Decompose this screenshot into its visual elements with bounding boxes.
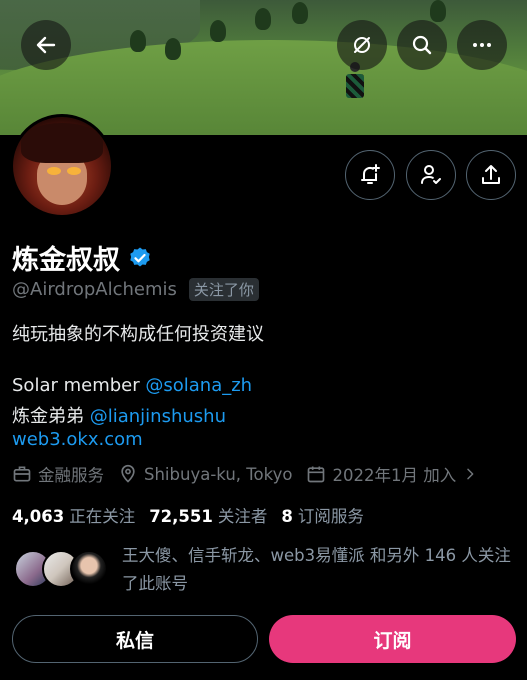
bio-brother-line: 炼金弟弟 @lianjinshushu	[12, 402, 226, 428]
grok-icon	[354, 37, 370, 53]
banner-tree	[165, 38, 181, 60]
bio-brother-prefix: 炼金弟弟	[12, 406, 90, 427]
handle-row: @AirdropAlchemis 关注了你	[12, 278, 259, 301]
subscriptions-label: 订阅服务	[297, 507, 364, 526]
bio-solana-prefix: Solar member	[12, 375, 146, 396]
profile-handle: @AirdropAlchemis	[12, 279, 177, 300]
followers-count: 72,551	[149, 507, 213, 526]
search-icon	[412, 35, 432, 55]
subscribe-button[interactable]: 订阅	[269, 615, 516, 663]
following-label: 正在关注	[69, 507, 136, 526]
followers-label: 关注者	[217, 507, 268, 526]
notify-button[interactable]	[345, 150, 395, 200]
avatar-image	[13, 117, 111, 215]
more-button[interactable]	[457, 20, 507, 70]
category-label: 金融服务	[38, 466, 104, 485]
banner-tree	[255, 8, 271, 30]
calendar-icon	[308, 466, 325, 483]
profile-banner[interactable]	[0, 0, 527, 135]
back-arrow-icon	[36, 36, 56, 54]
subscriptions-count: 8	[281, 507, 293, 526]
profile-meta-row: 金融服务 Shibuya-ku, Tokyo 2022年1月 加入	[12, 462, 478, 486]
followers-stat[interactable]: 72,551 关注者	[149, 503, 267, 527]
grok-button[interactable]	[337, 20, 387, 70]
avatar	[70, 550, 108, 588]
followed-by-text[interactable]: 王大傻、信手斩龙、web3易懂派 和另外 146 人关注了此账号	[122, 542, 514, 598]
banner-tree	[130, 30, 146, 52]
banner-tree	[292, 2, 308, 24]
follows-you-badge: 关注了你	[188, 278, 259, 301]
chevron-right-icon	[467, 468, 474, 480]
verified-badge-icon[interactable]	[128, 246, 152, 270]
category-item: 金融服务	[12, 462, 104, 486]
subscriptions-stat[interactable]: 8 订阅服务	[281, 503, 363, 527]
solana-mention-link[interactable]: @solana_zh	[145, 375, 252, 396]
joined-label: 2022年1月 加入	[332, 466, 457, 485]
profile-name: 炼金叔叔	[12, 245, 120, 276]
banner-tree	[210, 20, 226, 42]
profile-name-row: 炼金叔叔	[12, 238, 152, 277]
search-button[interactable]	[397, 20, 447, 70]
share-icon	[482, 165, 500, 184]
following-stat[interactable]: 4,063 正在关注	[12, 503, 135, 527]
person-check-icon	[421, 165, 441, 184]
following-count: 4,063	[12, 507, 65, 526]
joined-item[interactable]: 2022年1月 加入	[306, 462, 478, 486]
bell-plus-icon	[361, 164, 380, 184]
location-pin-icon	[121, 464, 135, 483]
back-button[interactable]	[21, 20, 71, 70]
following-button[interactable]	[406, 150, 456, 200]
bio-line: 纯玩抽象的不构成任何投资建议	[12, 324, 264, 345]
banner-tree	[430, 0, 446, 22]
brother-mention-link[interactable]: @lianjinshushu	[90, 406, 226, 427]
briefcase-icon	[13, 466, 31, 482]
more-icon	[473, 43, 491, 47]
bio-solana-line: Solar member @solana_zh	[12, 375, 252, 396]
followed-by-avatars[interactable]	[14, 550, 108, 590]
profile-stats-row: 4,063 正在关注 72,551 关注者 8 订阅服务	[12, 503, 364, 527]
location-label: Shibuya-ku, Tokyo	[144, 464, 293, 484]
location-item: Shibuya-ku, Tokyo	[118, 464, 292, 484]
dm-button[interactable]: 私信	[12, 615, 258, 663]
website-link[interactable]: web3.okx.com	[12, 429, 143, 450]
share-button[interactable]	[466, 150, 516, 200]
profile-avatar[interactable]	[10, 114, 114, 218]
